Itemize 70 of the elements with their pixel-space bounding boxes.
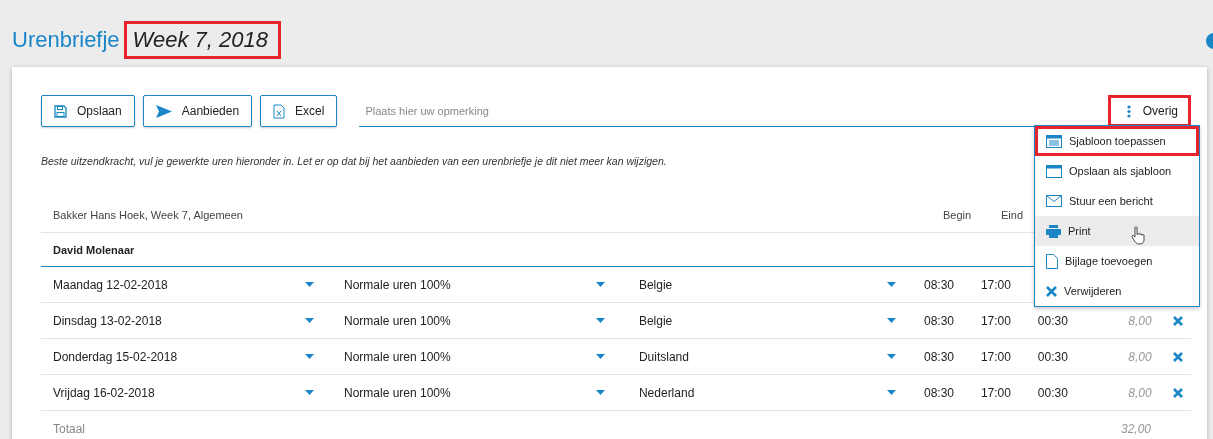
- menu-item[interactable]: Print: [1035, 216, 1199, 246]
- country-select[interactable]: Nederland: [638, 385, 695, 400]
- caret-icon[interactable]: [595, 318, 605, 323]
- hours-cell: 8,00: [1128, 349, 1152, 364]
- excel-button[interactable]: Excel: [260, 95, 338, 127]
- country-select[interactable]: Duitsland: [638, 349, 689, 364]
- day-select[interactable]: Vrijdag 16-02-2018: [53, 385, 155, 400]
- menu-item[interactable]: Bijlage toevoegen: [1035, 246, 1199, 276]
- table-cell[interactable]: 08:30: [924, 313, 981, 328]
- page-title: Urenbriefje: [12, 26, 120, 53]
- menu-item[interactable]: Opslaan als sjabloon: [1035, 156, 1199, 186]
- caret-icon[interactable]: [304, 318, 314, 323]
- delete-icon[interactable]: [1173, 387, 1183, 398]
- total-label: Totaal: [53, 421, 87, 436]
- excel-file-icon: [273, 103, 286, 119]
- document-icon: [1046, 253, 1058, 269]
- menu-item[interactable]: Verwijderen: [1035, 276, 1199, 306]
- caret-icon[interactable]: [304, 354, 314, 359]
- table-cell[interactable]: 00:30: [1037, 349, 1068, 364]
- send-icon: [155, 104, 172, 118]
- delete-icon[interactable]: [1173, 315, 1183, 326]
- hour-type-select[interactable]: Normale uren 100%: [343, 313, 451, 328]
- table-cell[interactable]: 00:30: [1037, 313, 1068, 328]
- day-select[interactable]: Dinsdag 13-02-2018: [53, 313, 162, 328]
- hours-cell: 8,00: [1128, 385, 1152, 400]
- delete-icon[interactable]: [1173, 351, 1183, 362]
- day-select[interactable]: Donderdag 15-02-2018: [53, 349, 178, 364]
- caret-icon[interactable]: [595, 282, 605, 287]
- caret-icon[interactable]: [887, 282, 896, 287]
- more-button[interactable]: Overig: [1107, 95, 1191, 127]
- caret-icon[interactable]: [887, 390, 896, 395]
- instruction-text: Beste uitzendkracht, vul je gewerkte uren hieronder in. Let er op dat bij het aanbieden van een urenbriefje je dit niet meer kan wijzigen.: [41, 155, 667, 167]
- template-icon: [1046, 164, 1062, 178]
- caret-icon[interactable]: [887, 318, 896, 323]
- column-header: Eind: [1001, 208, 1025, 221]
- week-title: Week 7, 2018: [123, 20, 281, 59]
- envelope-icon: [1046, 195, 1062, 207]
- country-select[interactable]: Belgie: [638, 313, 673, 328]
- table-cell[interactable]: 08:30: [924, 385, 981, 400]
- country-select[interactable]: Belgie: [638, 277, 673, 292]
- hour-type-select[interactable]: Normale uren 100%: [343, 349, 451, 364]
- table-cell[interactable]: 08:30: [924, 349, 981, 364]
- caret-icon[interactable]: [595, 354, 605, 359]
- day-select[interactable]: Maandag 12-02-2018: [53, 277, 168, 292]
- table-cell[interactable]: 17:00: [980, 277, 1038, 292]
- caret-icon[interactable]: [304, 282, 314, 287]
- menu-item[interactable]: Sjabloon toepassen: [1035, 126, 1199, 156]
- caret-icon[interactable]: [304, 390, 314, 395]
- cursor-icon: [1131, 226, 1145, 245]
- total-hours: 32,00: [1119, 421, 1151, 436]
- table-caption: Bakker Hans Hoek, Week 7, Algemeen: [53, 208, 244, 221]
- table-cell[interactable]: 00:30: [1037, 385, 1068, 400]
- printer-icon: [1046, 224, 1061, 238]
- caret-icon[interactable]: [887, 354, 896, 359]
- hour-type-select[interactable]: Normale uren 100%: [343, 277, 451, 292]
- menu-item[interactable]: Stuur een bericht: [1035, 186, 1199, 216]
- column-header: Begin: [943, 208, 973, 221]
- table-cell[interactable]: 17:00: [980, 349, 1038, 364]
- employee-name: David Molenaar: [53, 243, 135, 256]
- vertical-dots-icon: [1126, 104, 1131, 118]
- save-button[interactable]: Opslaan: [41, 95, 135, 127]
- template-icon: [1046, 134, 1062, 148]
- hours-cell: 8,00: [1128, 313, 1152, 328]
- table-cell[interactable]: 08:30: [924, 277, 981, 292]
- caret-icon[interactable]: [595, 390, 605, 395]
- table-cell[interactable]: 17:00: [980, 385, 1038, 400]
- table-cell[interactable]: 17:00: [980, 313, 1038, 328]
- offer-button[interactable]: Aanbieden: [142, 95, 253, 127]
- close-icon: [1046, 285, 1057, 297]
- hour-type-select[interactable]: Normale uren 100%: [343, 385, 451, 400]
